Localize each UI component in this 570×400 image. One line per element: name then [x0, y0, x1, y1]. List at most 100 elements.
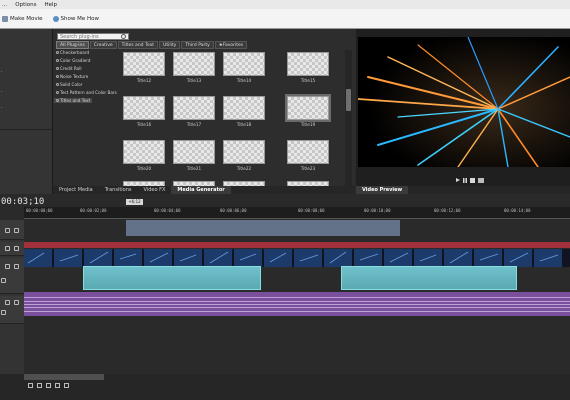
ruler-label: 00:00:06;00: [220, 208, 247, 213]
plugin-item[interactable]: Solid Color: [56, 82, 82, 87]
show-me-how-button[interactable]: Show Me How: [52, 15, 99, 22]
preset-thumbnail-grid: Title12 Title13 Title14 Title15 Title16 …: [115, 50, 345, 186]
tab-transitions[interactable]: Transitions: [99, 186, 138, 194]
horizontal-scrollbar[interactable]: [24, 374, 104, 380]
preset-label: Title22: [236, 166, 252, 171]
tab-video-fx[interactable]: Video FX: [138, 186, 172, 194]
category-creative[interactable]: Creative: [89, 41, 117, 49]
left-panel: · · ·: [0, 29, 53, 194]
loop-region[interactable]: [126, 220, 400, 236]
preset-thumbnail[interactable]: [173, 96, 215, 120]
preset-label: Title23: [300, 166, 316, 171]
track-header-video[interactable]: [0, 258, 24, 294]
plugin-label: Checkerboard: [60, 50, 90, 55]
search-icon[interactable]: [121, 34, 126, 39]
search-input[interactable]: [57, 33, 129, 40]
ripple-icon[interactable]: [64, 383, 69, 388]
snap-icon[interactable]: [55, 383, 60, 388]
make-movie-icon: [2, 15, 8, 22]
time-ruler[interactable]: 00:00:00;00 00:00:02;00 00:00:04;00 00:0…: [24, 207, 570, 219]
plugin-item[interactable]: Test Pattern and Color Bars: [56, 90, 117, 95]
scrollbar-thumb[interactable]: [346, 89, 351, 111]
video-clip-filmstrip[interactable]: [24, 249, 570, 267]
plugin-icon: [56, 67, 59, 70]
plugin-item-selected[interactable]: Titles and Text: [54, 98, 93, 103]
video-preview-panel: [356, 29, 570, 186]
preset-thumbnail[interactable]: [287, 52, 329, 76]
audio-event-clip[interactable]: [24, 292, 570, 316]
track-motion-icon[interactable]: [14, 264, 19, 269]
category-titles-and-text[interactable]: Titles and Text: [117, 41, 159, 49]
frame-forward-icon[interactable]: [478, 178, 484, 183]
timecode-display: 00:03;10: [1, 197, 45, 207]
plugin-label: Noise Texture: [60, 74, 89, 79]
category-utility[interactable]: Utility: [159, 41, 181, 49]
preset-thumbnail[interactable]: [223, 52, 265, 76]
make-movie-button[interactable]: Make Movie: [2, 15, 43, 22]
track-solo-icon[interactable]: [1, 310, 6, 315]
show-me-how-label: Show Me How: [60, 15, 99, 22]
transport-controls: [456, 178, 484, 183]
plugin-item[interactable]: Credit Roll: [56, 66, 82, 71]
playhead-marker[interactable]: +6;12: [126, 199, 143, 205]
menu-item-options[interactable]: Options: [15, 2, 36, 8]
category-favorites[interactable]: ★Favorites: [214, 41, 248, 49]
play-icon[interactable]: [456, 178, 460, 182]
divider: [0, 129, 52, 130]
preset-label: Title15: [300, 78, 316, 83]
title-track-bar[interactable]: [24, 242, 570, 248]
track-fx-icon[interactable]: [5, 264, 10, 269]
split-icon[interactable]: [46, 383, 51, 388]
track-mute-icon[interactable]: [1, 278, 6, 283]
category-tabs: All Plug-ins Creative Titles and Text Ut…: [56, 41, 248, 49]
track-motion-icon[interactable]: [14, 228, 19, 233]
preset-label: Title17: [186, 122, 202, 127]
track-motion-icon[interactable]: [14, 246, 19, 251]
category-third-party[interactable]: Third Party: [181, 41, 214, 49]
preset-label: Title21: [186, 166, 202, 171]
help-icon: [52, 15, 59, 22]
preset-label: Title20: [136, 166, 152, 171]
preset-thumbnail[interactable]: [123, 52, 165, 76]
preset-thumbnail[interactable]: [123, 96, 165, 120]
plugin-icon: [56, 51, 59, 54]
plugin-item[interactable]: Color Gradient: [56, 58, 91, 63]
stop-icon[interactable]: [470, 178, 475, 183]
trim-icon[interactable]: [37, 383, 42, 388]
ruler-label: 00:00:00;00: [26, 208, 53, 213]
preset-thumbnail[interactable]: [173, 52, 215, 76]
plugin-label: Solid Color: [60, 82, 83, 87]
left-panel-marker-2: ·: [1, 89, 3, 95]
window-docking-tabs: Project Media Transitions Video FX Media…: [53, 186, 355, 194]
track-header-audio[interactable]: [0, 296, 24, 324]
category-all-plugins[interactable]: All Plug-ins: [56, 41, 89, 49]
preset-thumbnail[interactable]: [223, 96, 265, 120]
menu-item-help[interactable]: Help: [44, 2, 57, 8]
track-header-overlay[interactable]: [0, 242, 24, 256]
preset-thumbnail[interactable]: [223, 140, 265, 164]
plugin-label: Titles and Text: [60, 98, 91, 103]
delete-icon[interactable]: [28, 383, 33, 388]
preset-thumbnail[interactable]: [173, 140, 215, 164]
audio-waveform: [24, 311, 570, 312]
video-event-clip[interactable]: [341, 266, 517, 290]
pause-icon[interactable]: [463, 178, 467, 183]
video-event-clip[interactable]: [83, 266, 261, 290]
preset-thumbnail-selected[interactable]: [285, 94, 331, 122]
track-mute-icon[interactable]: [14, 300, 19, 305]
track-header-text[interactable]: [0, 220, 24, 240]
plugin-item[interactable]: Noise Texture: [56, 74, 88, 79]
menu-item-partial[interactable]: ...: [2, 2, 7, 8]
plugin-item[interactable]: Checkerboard: [56, 50, 89, 55]
track-fx-icon[interactable]: [5, 300, 10, 305]
tab-media-generator[interactable]: Media Generator: [171, 186, 231, 194]
tab-video-preview[interactable]: Video Preview: [356, 186, 409, 194]
track-fx-icon[interactable]: [5, 228, 10, 233]
ruler-label: 00:00:10;00: [364, 208, 391, 213]
preset-label: Title14: [236, 78, 252, 83]
track-fx-icon[interactable]: [5, 246, 10, 251]
vertical-scrollbar[interactable]: [345, 50, 352, 186]
preset-thumbnail[interactable]: [123, 140, 165, 164]
tab-project-media[interactable]: Project Media: [53, 186, 99, 194]
preset-thumbnail[interactable]: [287, 140, 329, 164]
